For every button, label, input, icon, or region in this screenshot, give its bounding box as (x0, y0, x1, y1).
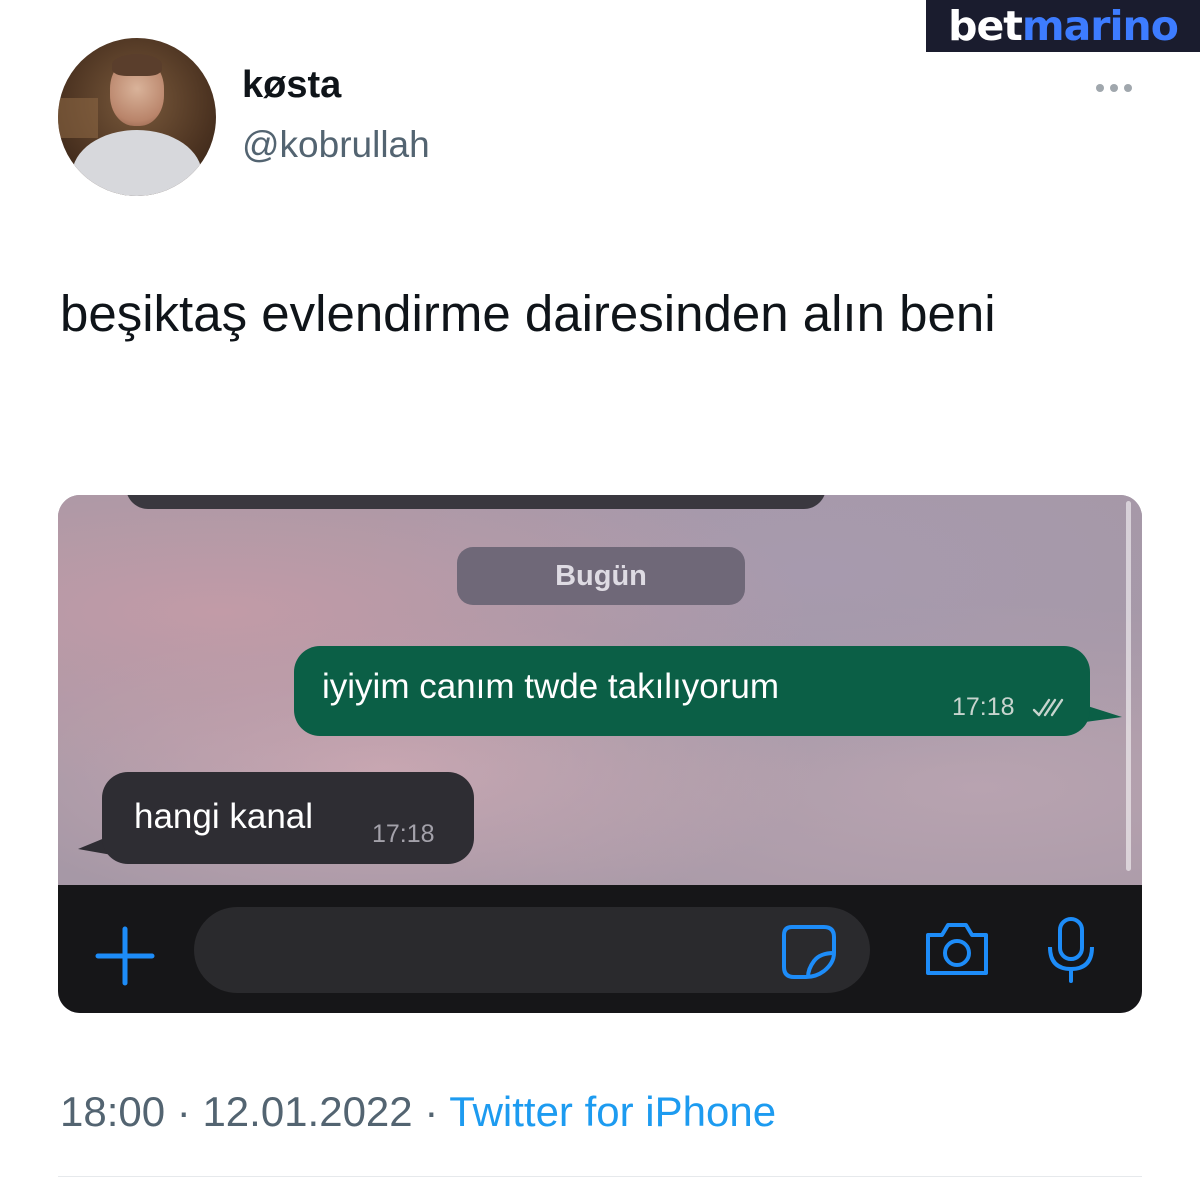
tweet-source-link[interactable]: Twitter for iPhone (449, 1088, 776, 1135)
outgoing-message-text: iyiyim canım twde takılıyorum (322, 667, 780, 706)
previous-message-bubble (126, 495, 826, 509)
date-chip: Bugün (457, 547, 745, 605)
chat-screenshot-image[interactable]: Bugün iyiyim canım twde takılıyorum 17:1… (58, 495, 1142, 1013)
tweet-text: beşiktaş evlendirme dairesinden alın ben… (60, 285, 996, 342)
logo-text-bet: bet (948, 2, 1023, 50)
author-handle[interactable]: @kobrullah (242, 124, 430, 166)
plus-icon (95, 926, 155, 986)
incoming-message-text: hangi kanal (134, 797, 314, 836)
scrollbar (1126, 501, 1131, 871)
meta-separator: · (412, 1088, 450, 1135)
avatar[interactable] (58, 38, 216, 196)
more-dot (1096, 84, 1104, 92)
tweet-date[interactable]: 12.01.2022 (202, 1088, 412, 1135)
camera-icon (926, 923, 988, 975)
avatar-background (58, 98, 98, 138)
meta-separator: · (165, 1088, 203, 1135)
more-options-icon[interactable] (1096, 78, 1140, 98)
betmarino-logo: bet marino (926, 0, 1200, 52)
chat-wallpaper: Bugün iyiyim canım twde takılıyorum 17:1… (58, 495, 1142, 885)
tweet-time[interactable]: 18:00 (60, 1088, 165, 1135)
logo-text-marino: marino (1021, 2, 1179, 50)
more-dot (1110, 84, 1118, 92)
tweet-meta: 18:00 · 12.01.2022 · Twitter for iPhone (60, 1088, 776, 1136)
author-name[interactable]: køsta (242, 64, 341, 107)
sticker-icon (782, 925, 836, 979)
more-dot (1124, 84, 1132, 92)
divider (58, 1176, 1142, 1177)
double-check-icon (1032, 698, 1064, 717)
microphone-icon (1048, 917, 1094, 983)
incoming-message-time: 17:18 (372, 820, 435, 848)
avatar-hair (112, 54, 162, 76)
outgoing-message-time: 17:18 (952, 693, 1015, 721)
avatar-shirt (72, 130, 202, 196)
message-input-field (194, 907, 870, 993)
